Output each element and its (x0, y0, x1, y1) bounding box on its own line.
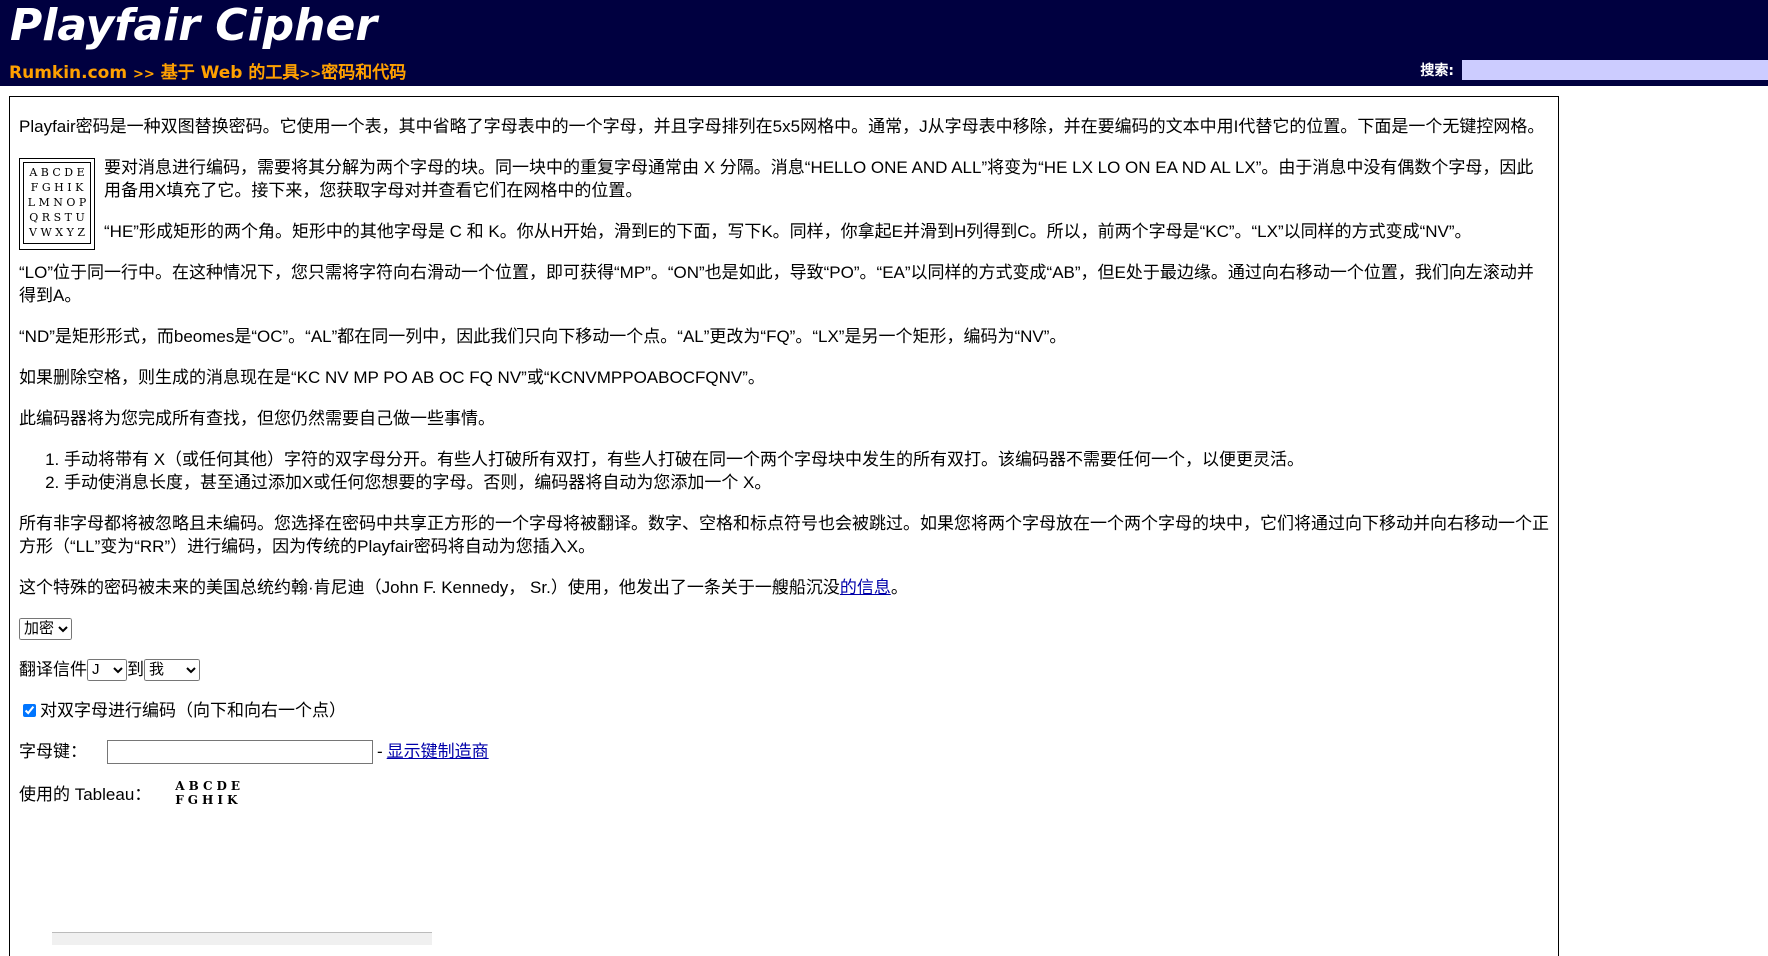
kennedy-text: 这个特殊的密码被未来的美国总统约翰·肯尼迪（John F. Kennedy， S… (19, 578, 840, 597)
key-row: 字母键： - 显示键制造商 (19, 739, 1549, 764)
spaces-paragraph: 如果删除空格，则生成的消息现在是“KC NV MP PO AB OC FQ NV… (19, 368, 765, 387)
to-letter-select[interactable]: 我 (144, 658, 200, 681)
from-letter-select[interactable]: J (87, 658, 127, 681)
manual-steps-list: 手动将带有 X（或任何其他）字符的双字母分开。有些人打破所有双打，有些人打破在同… (19, 448, 1549, 494)
nd-paragraph: “ND”是矩形形式，而beomes是“OC”。“AL”都在同一列中，因此我们只向… (19, 327, 1067, 346)
encoder-paragraph: 此编码器将为您完成所有查找，但您仍然需要自己做一些事情。 (19, 409, 495, 428)
kennedy-paragraph: 这个特殊的密码被未来的美国总统约翰·肯尼迪（John F. Kennedy， S… (19, 576, 1549, 599)
kennedy-end: 。 (890, 578, 908, 597)
search-label: 搜索: (1420, 63, 1454, 79)
breadcrumb-separator: >> (133, 67, 155, 82)
tableau-row: V W X Y Z (29, 226, 85, 239)
used-tableau-grid: ABCDE FGHIK (175, 779, 244, 807)
used-tableau-row: 使用的 Tableau： ABCDE FGHIK (19, 779, 1549, 807)
key-input[interactable] (107, 739, 373, 764)
to-label: 到 (127, 660, 144, 679)
used-tableau-line: ABCDE (175, 779, 245, 793)
split-paragraph: 要对消息进行编码，需要将其分解为两个字母的块。同一块中的重复字母通常由 X 分隔… (104, 158, 1534, 200)
tableau-row: L M N O P (27, 196, 87, 209)
used-tableau-label: 使用的 Tableau： (19, 785, 152, 804)
breadcrumb-separator: >> (299, 67, 322, 82)
tableau-row: Q R S T U (29, 211, 85, 224)
breadcrumb-home-link[interactable]: Rumkin.com (9, 63, 127, 83)
nonletters-paragraph: 所有非字母都将被忽略且未编码。您选择在密码中共享正方形的一个字母将被翻译。数字、… (19, 514, 1549, 556)
search-input[interactable] (1462, 60, 1768, 80)
key-maker-link[interactable]: 显示键制造商 (387, 740, 489, 763)
breadcrumb-tools-link[interactable]: 基于 Web 的工具 (161, 63, 300, 83)
mode-select[interactable]: 加密 (19, 617, 72, 640)
main-content: Playfair密码是一种双图替换密码。它使用一个表，其中省略了字母表中的一个字… (9, 96, 1559, 956)
translate-label: 翻译信件 (19, 660, 87, 679)
he-paragraph: “HE”形成矩形的两个角。矩形中的其他字母是 C 和 K。你从H开始，滑到E的下… (104, 222, 1472, 241)
key-dash: - (377, 742, 383, 761)
intro-paragraph: Playfair密码是一种双图替换密码。它使用一个表，其中省略了字母表中的一个字… (19, 117, 1545, 136)
page-title: Playfair Cipher (10, 0, 378, 51)
search-area: 搜索: (1420, 60, 1768, 80)
list-item: 手动将带有 X（或任何其他）字符的双字母分开。有些人打破所有双打，有些人打破在同… (64, 448, 1549, 471)
site-header: Playfair Cipher Rumkin.com >> 基于 Web 的工具… (0, 0, 1768, 86)
double-letter-checkbox[interactable] (23, 704, 36, 717)
tableau-row: F G H I K (30, 181, 84, 194)
double-letter-label: 对双字母进行编码（向下和向右一个点） (40, 701, 346, 720)
lo-paragraph: “LO”位于同一行中。在这种情况下，您只需将字符向右滑动一个位置，即可获得“MP… (19, 263, 1534, 305)
double-letter-row: 对双字母进行编码（向下和向右一个点） (19, 699, 1549, 722)
breadcrumb: Rumkin.com >> 基于 Web 的工具>>密码和代码 (9, 58, 406, 83)
translate-row: 翻译信件 J 到 我 (19, 658, 1549, 681)
message-link[interactable]: 的信息 (840, 578, 891, 597)
list-item: 手动使消息长度，甚至通过添加X或任何您想要的字母。否则，编码器将自动为您添加一个… (64, 471, 1549, 494)
output-textarea-edge[interactable] (52, 932, 432, 945)
mode-row: 加密 (19, 617, 1549, 640)
breadcrumb-ciphers-link[interactable]: 密码和代码 (321, 63, 406, 83)
used-tableau-line: FGHIK (175, 793, 242, 807)
example-tableau: A B C D E F G H I K L M N O P Q R S T U … (19, 158, 95, 250)
key-label: 字母键： (19, 742, 87, 761)
tableau-row: A B C D E (29, 166, 85, 179)
